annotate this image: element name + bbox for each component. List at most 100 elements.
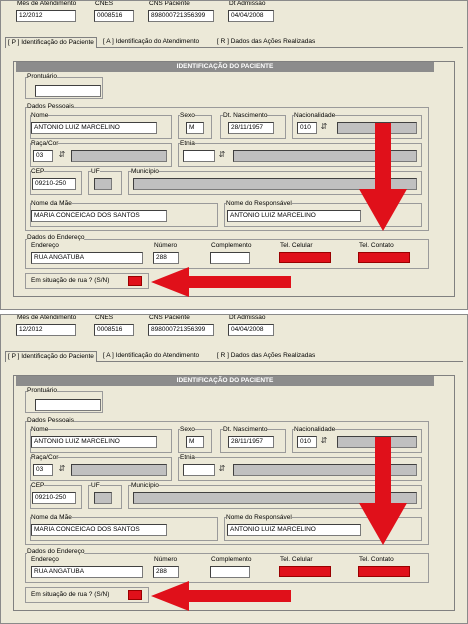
nome-field[interactable]: ANTONIO LUIZ MARCELINO (31, 122, 157, 134)
contato-field[interactable] (358, 566, 410, 577)
numero-field[interactable]: 288 (153, 252, 179, 264)
situacao-rua-field[interactable] (128, 276, 142, 286)
sexo-label: Sexo (180, 112, 195, 120)
nacionalidade-field[interactable]: 010 (297, 436, 317, 448)
cns-field[interactable]: 898000721356399 (148, 10, 214, 22)
nacionalidade-lookup-icon[interactable]: ⇵ (319, 122, 329, 133)
numero-field[interactable]: 288 (153, 566, 179, 578)
nacionalidade-field[interactable]: 010 (297, 122, 317, 134)
nacionalidade-label: Nacionalidade (294, 426, 336, 434)
mae-field[interactable]: MARIA CONCEICAO DOS SANTOS (31, 524, 167, 536)
cns-field[interactable]: 898000721356399 (148, 324, 214, 336)
uf-field (94, 178, 112, 190)
red-arrow-down-icon (359, 123, 407, 231)
situacao-rua-label: Em situação de rua ? (S/N) (31, 277, 110, 284)
raca-desc-field (71, 464, 167, 476)
prontuario-field[interactable] (35, 85, 101, 97)
endereco-label: Endereço (31, 242, 59, 249)
mes-label: Mês de Atendimento (17, 0, 77, 7)
cep-label: CEP (31, 168, 45, 176)
form-panel-1: Mês de Atendimento 12/2012 CNES 0008516 … (0, 0, 468, 310)
nascimento-field[interactable]: 28/11/1957 (228, 122, 274, 134)
adm-field[interactable]: 04/04/2008 (228, 324, 274, 336)
raca-field[interactable]: 03 (33, 150, 53, 162)
prontuario-label: Prontuário (27, 387, 57, 395)
mes-field[interactable]: 12/2012 (16, 10, 76, 22)
complemento-label: Complemento (211, 242, 252, 249)
nome-field[interactable]: ANTONIO LUIZ MARCELINO (31, 436, 157, 448)
uf-field (94, 492, 112, 504)
etnia-lookup-icon[interactable]: ⇵ (217, 464, 227, 475)
cns-label: CNS Paciente (149, 0, 190, 7)
prontuario-field[interactable] (35, 399, 101, 411)
cnes-field[interactable]: 0008516 (94, 324, 134, 336)
sexo-field[interactable]: M (186, 436, 204, 448)
complemento-label: Complemento (211, 556, 252, 563)
responsavel-label: Nome do Responsável (226, 514, 292, 522)
nacionalidade-lookup-icon[interactable]: ⇵ (319, 436, 329, 447)
celular-label: Tel. Celular (280, 242, 313, 249)
responsavel-field[interactable]: ANTONIO LUIZ MARCELINO (227, 524, 361, 536)
tab-identificacao-atendimento[interactable]: [ A ] Identificação do Atendimento (101, 351, 201, 362)
raca-field[interactable]: 03 (33, 464, 53, 476)
raca-lookup-icon[interactable]: ⇵ (57, 464, 67, 475)
section-title: IDENTIFICAÇÃO DO PACIENTE (16, 376, 434, 386)
mae-field[interactable]: MARIA CONCEICAO DOS SANTOS (31, 210, 167, 222)
mes-field[interactable]: 12/2012 (16, 324, 76, 336)
nacionalidade-label: Nacionalidade (294, 112, 336, 120)
form-panel-2: Mês de Atendimento 12/2012 CNES 0008516 … (0, 314, 468, 624)
uf-label: UF (91, 482, 100, 490)
etnia-lookup-icon[interactable]: ⇵ (217, 150, 227, 161)
prontuario-label: Prontuário (27, 73, 57, 81)
nascimento-field[interactable]: 28/11/1957 (228, 436, 274, 448)
red-arrow-left-icon (151, 267, 291, 297)
etnia-field[interactable] (183, 150, 215, 162)
municipio-label: Município (131, 482, 159, 490)
tab-acoes-realizadas[interactable]: [ R ] Dados das Ações Realizadas (215, 351, 317, 362)
cep-field[interactable]: 09210-250 (32, 492, 76, 504)
uf-label: UF (91, 168, 100, 176)
adm-label: Dt Admissão (229, 314, 266, 321)
endereco-group-label: Dados do Endereço (27, 234, 85, 242)
celular-field[interactable] (279, 566, 331, 577)
etnia-label: Etnia (180, 454, 195, 462)
endereco-label: Endereço (31, 556, 59, 563)
tab-identificacao-paciente[interactable]: [ P ] Identificação do Paciente (5, 37, 97, 48)
cnes-field[interactable]: 0008516 (94, 10, 134, 22)
raca-label: Raça/Cor (31, 454, 59, 462)
cep-label: CEP (31, 482, 45, 490)
nascimento-label: Dt. Nascimento (223, 426, 268, 434)
celular-field[interactable] (279, 252, 331, 263)
cep-field[interactable]: 09210-250 (32, 178, 76, 190)
cnes-label: CNES (95, 314, 114, 321)
contato-field[interactable] (358, 252, 410, 263)
cnes-label: CNES (95, 0, 114, 7)
sexo-label: Sexo (180, 426, 195, 434)
adm-field[interactable]: 04/04/2008 (228, 10, 274, 22)
endereco-field[interactable]: RUA ANGATUBA (31, 252, 143, 264)
section-title: IDENTIFICAÇÃO DO PACIENTE (16, 62, 434, 72)
dados-pessoais-label: Dados Pessoais (27, 417, 74, 425)
etnia-field[interactable] (183, 464, 215, 476)
sexo-field[interactable]: M (186, 122, 204, 134)
tab-acoes-realizadas[interactable]: [ R ] Dados das Ações Realizadas (215, 37, 317, 48)
celular-label: Tel. Celular (280, 556, 313, 563)
municipio-label: Município (131, 168, 159, 176)
complemento-field[interactable] (210, 252, 250, 264)
numero-label: Número (154, 556, 178, 563)
tab-identificacao-atendimento[interactable]: [ A ] Identificação do Atendimento (101, 37, 201, 48)
endereco-field[interactable]: RUA ANGATUBA (31, 566, 143, 578)
contato-label: Tel. Contato (359, 556, 394, 563)
complemento-field[interactable] (210, 566, 250, 578)
situacao-rua-field[interactable] (128, 590, 142, 600)
raca-lookup-icon[interactable]: ⇵ (57, 150, 67, 161)
nome-label: Nome (31, 112, 49, 120)
etnia-label: Etnia (180, 140, 195, 148)
responsavel-field[interactable]: ANTONIO LUIZ MARCELINO (227, 210, 361, 222)
tab-identificacao-paciente[interactable]: [ P ] Identificação do Paciente (5, 351, 97, 362)
raca-desc-field (71, 150, 167, 162)
nascimento-label: Dt. Nascimento (223, 112, 268, 120)
red-arrow-down-icon (359, 437, 407, 545)
endereco-group-label: Dados do Endereço (27, 548, 85, 556)
mae-label: Nome da Mãe (31, 514, 72, 522)
